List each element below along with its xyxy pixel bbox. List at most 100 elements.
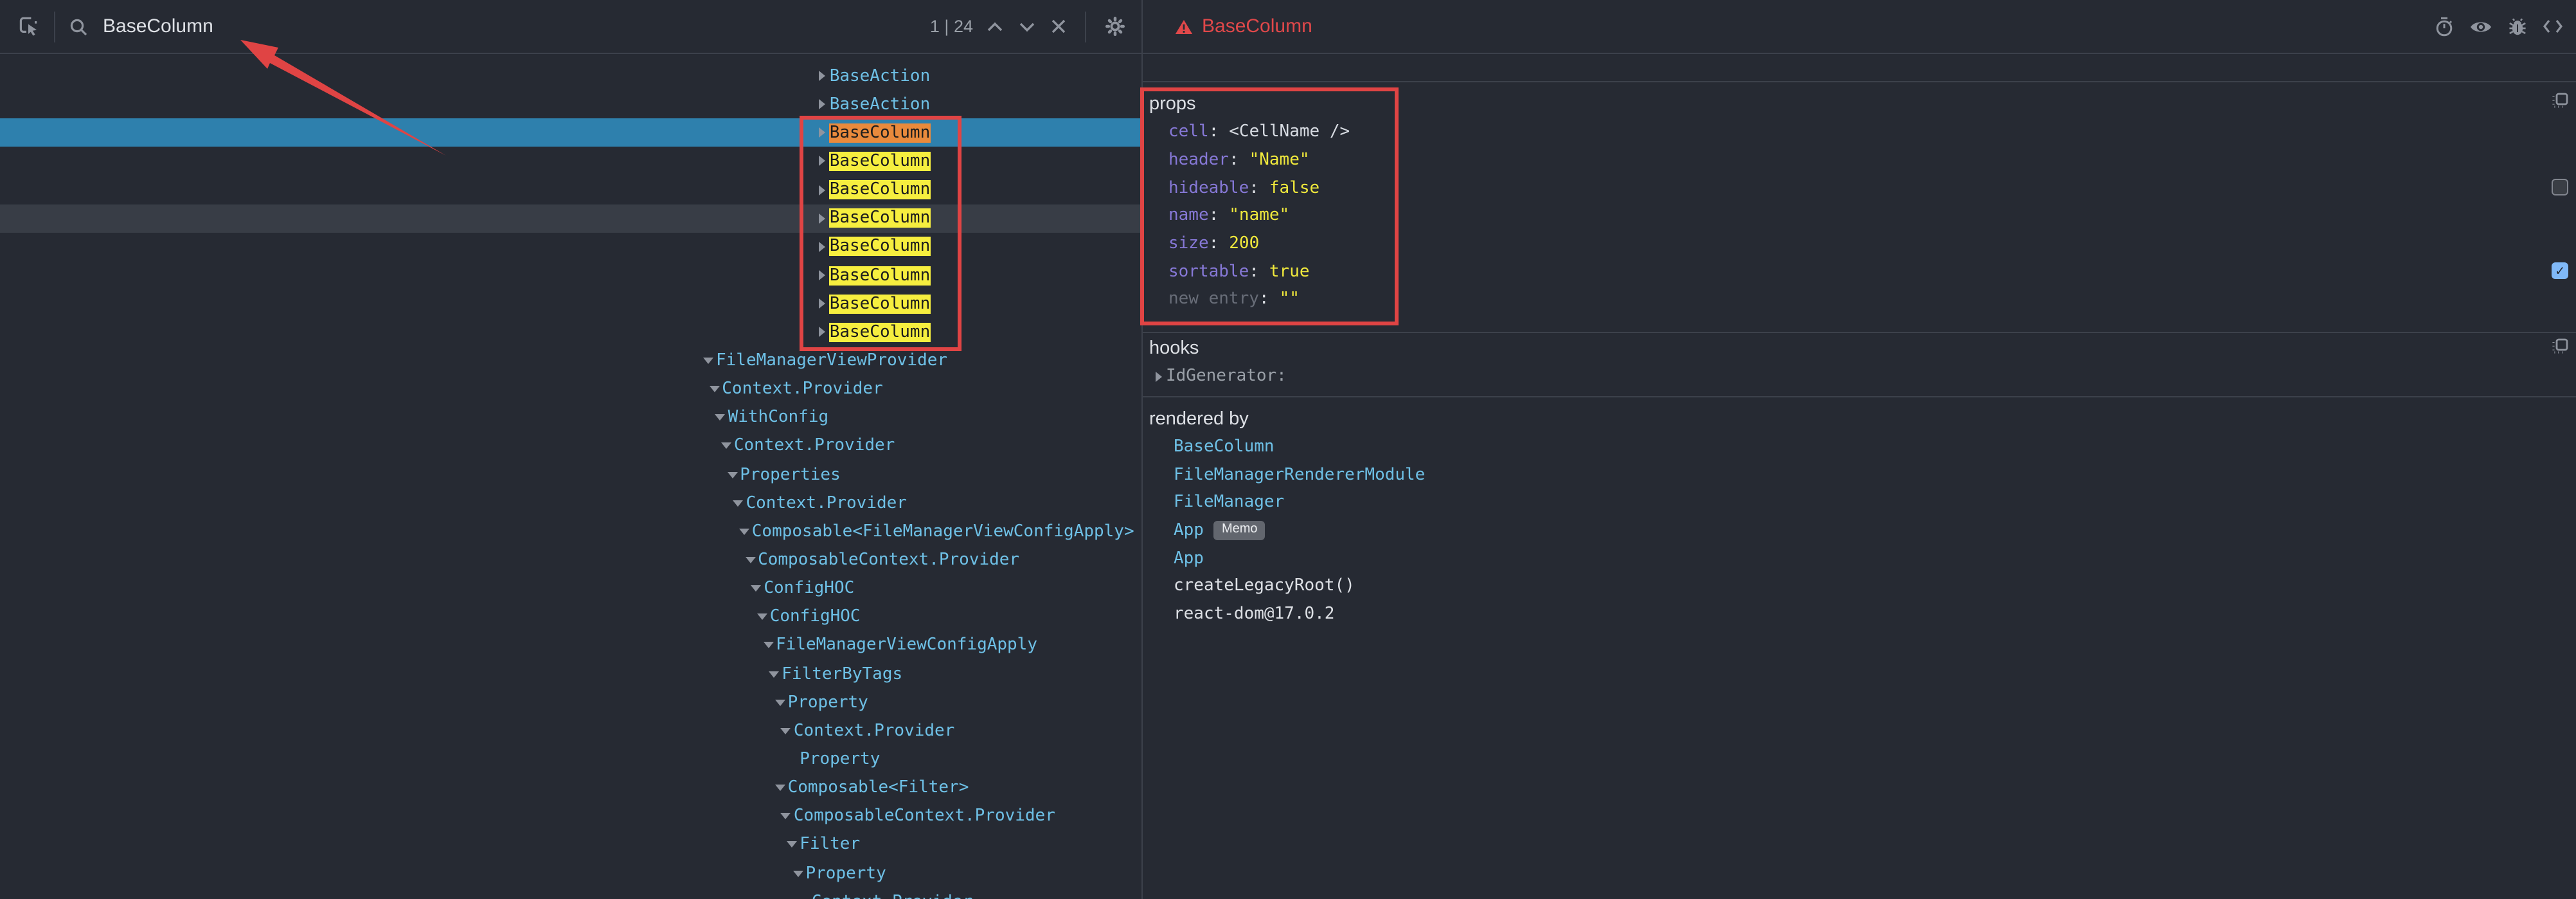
tree-node[interactable]: FileManagerViewConfigApply — [0, 631, 1141, 660]
tree-expanded-caret-icon[interactable] — [731, 500, 746, 506]
tree-collapsed-caret-icon[interactable] — [814, 270, 830, 280]
rendered-by-root-label: createLegacyRoot() — [1174, 577, 1355, 596]
hook-row[interactable]: IdGenerator: — [1143, 363, 2576, 390]
tree-collapsed-caret-icon[interactable] — [814, 213, 830, 224]
tree-node[interactable]: FileManagerViewProvider — [0, 347, 1141, 375]
prop-row[interactable]: sortable:true✓ — [1143, 258, 2576, 286]
tree-node[interactable]: BaseColumn — [0, 176, 1141, 204]
prop-value[interactable]: 200 — [1229, 234, 1259, 253]
tree-node[interactable]: BaseColumn — [0, 233, 1141, 261]
inspect-dom-eye-icon[interactable] — [2469, 19, 2492, 34]
prop-value[interactable]: "name" — [1229, 206, 1289, 226]
tree-node[interactable]: Composable<Filter> — [0, 774, 1141, 802]
rendered-by-row[interactable]: App — [1143, 545, 2576, 572]
tree-node[interactable]: Properties — [0, 460, 1141, 489]
tree-node[interactable]: Context.Provider — [0, 432, 1141, 460]
prop-row[interactable]: cell:<CellName /> — [1143, 118, 2576, 146]
rendered-by-row[interactable]: AppMemo — [1143, 516, 2576, 544]
tree-expanded-caret-icon[interactable] — [773, 785, 788, 791]
tree-node[interactable]: FilterByTags — [0, 660, 1141, 688]
tree-node[interactable]: ComposableContext.Provider — [0, 802, 1141, 830]
tree-node[interactable]: ConfigHOC — [0, 574, 1141, 603]
rendered-by-owner-link[interactable]: App — [1174, 549, 1204, 568]
tree-collapsed-caret-icon[interactable] — [814, 185, 830, 195]
prop-value[interactable]: <CellName /> — [1229, 123, 1350, 142]
tree-expanded-caret-icon[interactable] — [760, 642, 776, 649]
tree-node[interactable]: BaseColumn — [0, 119, 1141, 147]
tree-collapsed-caret-icon[interactable] — [814, 298, 830, 309]
tree-node[interactable]: Context.Provider — [0, 375, 1141, 403]
prop-row[interactable]: size:200 — [1143, 230, 2576, 258]
tree-expanded-caret-icon[interactable] — [766, 671, 782, 677]
tree-node[interactable]: BaseColumn — [0, 204, 1141, 232]
tree-collapsed-caret-icon[interactable] — [814, 156, 830, 167]
tree-expanded-caret-icon[interactable] — [778, 813, 794, 819]
tree-collapsed-caret-icon[interactable] — [814, 71, 830, 81]
copy-hooks-icon[interactable] — [2552, 338, 2568, 355]
log-to-console-bug-icon[interactable] — [2508, 17, 2527, 36]
tree-collapsed-caret-icon[interactable] — [814, 99, 830, 109]
settings-gear-icon[interactable] — [1105, 17, 1125, 36]
tree-collapsed-caret-icon[interactable] — [814, 242, 830, 252]
hook-collapsed-caret-icon[interactable] — [1150, 371, 1166, 381]
tree-node[interactable]: Property — [0, 688, 1141, 716]
view-source-icon[interactable] — [2543, 19, 2563, 33]
prop-row[interactable]: name:"name" — [1143, 202, 2576, 230]
prop-value[interactable]: "Name" — [1249, 150, 1310, 170]
rendered-by-owner-link[interactable]: BaseColumn — [1174, 437, 1275, 457]
tree-node[interactable]: Composable<FileManagerViewConfigApply> — [0, 518, 1141, 546]
tree-expanded-caret-icon[interactable] — [724, 471, 740, 478]
tree-expanded-caret-icon[interactable] — [748, 585, 764, 592]
search-input[interactable] — [100, 14, 920, 39]
tree-collapsed-caret-icon[interactable] — [814, 327, 830, 338]
tree-node[interactable]: BaseColumn — [0, 289, 1141, 318]
rendered-by-row[interactable]: FileManager — [1143, 489, 2576, 516]
tree-expanded-caret-icon[interactable] — [778, 728, 794, 734]
tree-expanded-caret-icon[interactable] — [755, 613, 770, 620]
tree-expanded-caret-icon[interactable] — [773, 699, 788, 705]
tree-node[interactable]: Context.Provider — [0, 887, 1141, 899]
tree-expanded-caret-icon[interactable] — [701, 358, 716, 364]
tree-collapsed-caret-icon[interactable] — [814, 128, 830, 138]
next-match-icon[interactable] — [1019, 21, 1035, 32]
prop-value[interactable]: true — [1269, 262, 1310, 282]
inspect-element-icon[interactable] — [18, 15, 40, 37]
tree-expanded-caret-icon[interactable] — [719, 443, 734, 450]
rendered-by-row[interactable]: BaseColumn — [1143, 433, 2576, 460]
tree-node[interactable]: BaseColumn — [0, 147, 1141, 176]
tree-node[interactable]: BaseAction — [0, 62, 1141, 90]
rendered-by-owner-link[interactable]: FileManager — [1174, 493, 1284, 512]
prop-row[interactable]: hideable:false — [1143, 174, 2576, 202]
tree-node[interactable]: Property — [0, 859, 1141, 887]
rendered-by-owner-link[interactable]: App — [1174, 521, 1204, 540]
prop-row[interactable]: header:"Name" — [1143, 146, 2576, 174]
tree-node[interactable]: Filter — [0, 831, 1141, 859]
tree-expanded-caret-icon[interactable] — [713, 415, 728, 421]
prop-value[interactable]: "" — [1280, 290, 1300, 309]
tree-expanded-caret-icon[interactable] — [742, 557, 758, 563]
tree-node[interactable]: WithConfig — [0, 403, 1141, 431]
tree-node[interactable]: BaseColumn — [0, 261, 1141, 289]
tree-node[interactable]: BaseAction — [0, 90, 1141, 118]
tree-expanded-caret-icon[interactable] — [737, 529, 752, 535]
tree-node[interactable]: Context.Provider — [0, 716, 1141, 745]
prop-boolean-checkbox-checked[interactable]: ✓ — [2552, 263, 2568, 280]
prop-boolean-checkbox-unchecked[interactable] — [2552, 179, 2568, 196]
suspend-timer-icon[interactable] — [2435, 16, 2454, 37]
tree-expanded-caret-icon[interactable] — [706, 386, 722, 392]
prop-colon: : — [1249, 178, 1259, 197]
tree-expanded-caret-icon[interactable] — [784, 842, 800, 848]
tree-node[interactable]: ComposableContext.Provider — [0, 546, 1141, 574]
tree-expanded-caret-icon[interactable] — [791, 870, 806, 876]
previous-match-icon[interactable] — [987, 21, 1003, 32]
clear-search-icon[interactable] — [1051, 19, 1066, 33]
tree-node[interactable]: ConfigHOC — [0, 603, 1141, 631]
prop-value[interactable]: false — [1269, 178, 1319, 197]
tree-node[interactable]: BaseColumn — [0, 318, 1141, 347]
rendered-by-owner-link[interactable]: FileManagerRendererModule — [1174, 465, 1425, 484]
rendered-by-row[interactable]: FileManagerRendererModule — [1143, 460, 2576, 488]
copy-props-icon[interactable] — [2552, 93, 2568, 109]
tree-node[interactable]: Context.Provider — [0, 489, 1141, 517]
prop-row[interactable]: new entry:"" — [1143, 286, 2576, 313]
tree-node[interactable]: Property — [0, 745, 1141, 774]
